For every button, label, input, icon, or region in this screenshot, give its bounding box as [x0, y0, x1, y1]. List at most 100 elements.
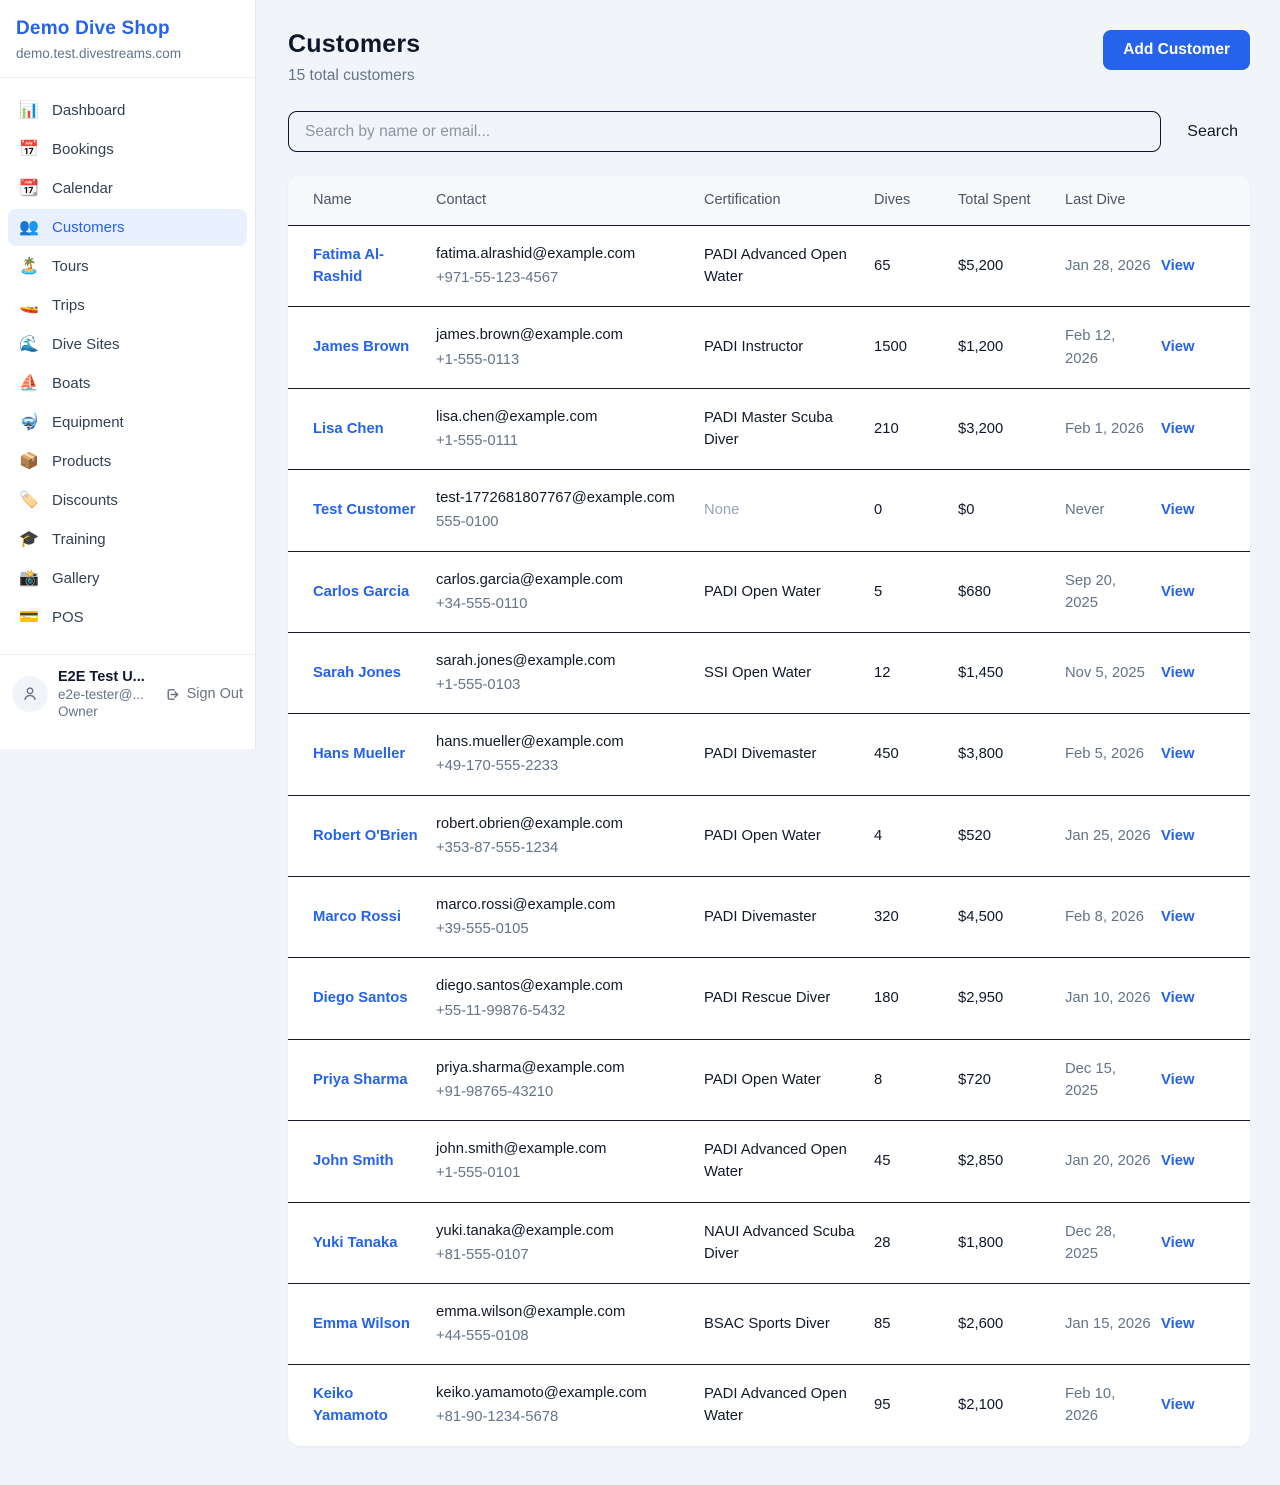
table-row: Robert O'Brien robert.obrien@example.com…	[288, 795, 1250, 876]
view-link[interactable]: View	[1161, 909, 1194, 925]
customer-name-link[interactable]: Carlos Garcia	[313, 584, 409, 600]
customer-phone: +34-555-0110	[436, 593, 694, 615]
customer-name-link[interactable]: Diego Santos	[313, 990, 408, 1006]
customer-name-link[interactable]: Emma Wilson	[313, 1316, 410, 1332]
view-link[interactable]: View	[1161, 502, 1194, 518]
add-customer-button[interactable]: Add Customer	[1103, 30, 1250, 70]
customer-last-dive: Feb 12, 2026	[1065, 307, 1161, 388]
table-row: Lisa Chen lisa.chen@example.com +1-555-0…	[288, 388, 1250, 469]
customer-dives: 180	[874, 958, 958, 1039]
column-header: Certification	[704, 176, 874, 226]
view-link[interactable]: View	[1161, 584, 1194, 600]
customer-phone: +353-87-555-1234	[436, 837, 694, 859]
view-link[interactable]: View	[1161, 665, 1194, 681]
sidebar-item-training[interactable]: 🎓 Training	[8, 521, 247, 558]
package-icon: 📦	[18, 454, 40, 470]
sidebar-item-bookings[interactable]: 📅 Bookings	[8, 131, 247, 168]
sidebar-item-tours[interactable]: 🏝️ Tours	[8, 248, 247, 285]
view-link[interactable]: View	[1161, 1235, 1194, 1251]
customer-certification: BSAC Sports Diver	[704, 1283, 874, 1364]
customers-table-card: NameContactCertificationDivesTotal Spent…	[288, 176, 1250, 1446]
view-link[interactable]: View	[1161, 1397, 1194, 1413]
customer-email: emma.wilson@example.com	[436, 1301, 694, 1323]
customer-dives: 450	[874, 714, 958, 795]
sidebar-item-discounts[interactable]: 🏷️ Discounts	[8, 482, 247, 519]
customer-name-link[interactable]: James Brown	[313, 339, 409, 355]
view-link[interactable]: View	[1161, 828, 1194, 844]
island-icon: 🏝️	[18, 259, 40, 275]
speedboat-icon: 🚤	[18, 298, 40, 314]
user-role: Owner	[58, 704, 154, 719]
customers-table: NameContactCertificationDivesTotal Spent…	[288, 176, 1250, 1446]
user-email: e2e-tester@...	[58, 687, 154, 702]
customer-total-spent: $1,200	[958, 307, 1065, 388]
customer-last-dive: Jan 20, 2026	[1065, 1121, 1161, 1202]
customer-name-link[interactable]: Priya Sharma	[313, 1072, 408, 1088]
customer-email: john.smith@example.com	[436, 1138, 694, 1160]
column-header: Contact	[436, 176, 704, 226]
table-row: Marco Rossi marco.rossi@example.com +39-…	[288, 877, 1250, 958]
customer-last-dive: Jan 28, 2026	[1065, 226, 1161, 307]
search-input[interactable]	[288, 111, 1161, 152]
table-row: Fatima Al-Rashid fatima.alrashid@example…	[288, 226, 1250, 307]
customer-name-link[interactable]: Yuki Tanaka	[313, 1235, 397, 1251]
sidebar-item-customers[interactable]: 👥 Customers	[8, 209, 247, 246]
shop-domain: demo.test.divestreams.com	[16, 46, 239, 61]
sidebar-item-boats[interactable]: ⛵ Boats	[8, 365, 247, 402]
customer-phone: +55-11-99876-5432	[436, 1000, 694, 1022]
calendar-icon: 📅	[18, 142, 40, 158]
sidebar-item-dashboard[interactable]: 📊 Dashboard	[8, 92, 247, 129]
customer-email: diego.santos@example.com	[436, 975, 694, 997]
sidebar-item-dive-sites[interactable]: 🌊 Dive Sites	[8, 326, 247, 363]
view-link[interactable]: View	[1161, 990, 1194, 1006]
sign-out-label: Sign Out	[187, 686, 243, 702]
customer-name-link[interactable]: Robert O'Brien	[313, 828, 418, 844]
table-header-row: NameContactCertificationDivesTotal Spent…	[288, 176, 1250, 226]
customer-last-dive: Sep 20, 2025	[1065, 551, 1161, 632]
avatar	[12, 676, 48, 712]
sidebar-item-gallery[interactable]: 📸 Gallery	[8, 560, 247, 597]
customer-certification: PADI Open Water	[704, 1039, 874, 1120]
view-link[interactable]: View	[1161, 1153, 1194, 1169]
customer-total-spent: $2,850	[958, 1121, 1065, 1202]
customer-total-spent: $1,800	[958, 1202, 1065, 1283]
customer-name-link[interactable]: Fatima Al-Rashid	[313, 247, 384, 285]
customer-name-link[interactable]: Keiko Yamamoto	[313, 1386, 388, 1424]
view-link[interactable]: View	[1161, 339, 1194, 355]
customer-dives: 0	[874, 470, 958, 551]
table-row: Test Customer test-1772681807767@example…	[288, 470, 1250, 551]
customer-name-link[interactable]: Hans Mueller	[313, 746, 405, 762]
customer-name-link[interactable]: John Smith	[313, 1153, 394, 1169]
sidebar-item-products[interactable]: 📦 Products	[8, 443, 247, 480]
view-link[interactable]: View	[1161, 746, 1194, 762]
customer-total-spent: $1,450	[958, 632, 1065, 713]
customer-name-link[interactable]: Sarah Jones	[313, 665, 401, 681]
customer-last-dive: Feb 8, 2026	[1065, 877, 1161, 958]
view-link[interactable]: View	[1161, 1072, 1194, 1088]
customer-certification: PADI Advanced Open Water	[704, 1121, 874, 1202]
customer-phone: +1-555-0113	[436, 349, 694, 371]
table-row: Hans Mueller hans.mueller@example.com +4…	[288, 714, 1250, 795]
column-header: Dives	[874, 176, 958, 226]
sidebar-item-pos[interactable]: 💳 POS	[8, 599, 247, 636]
view-link[interactable]: View	[1161, 258, 1194, 274]
sidebar-item-equipment[interactable]: 🤿 Equipment	[8, 404, 247, 441]
view-link[interactable]: View	[1161, 421, 1194, 437]
customer-name-link[interactable]: Marco Rossi	[313, 909, 401, 925]
page-subtitle: 15 total customers	[288, 67, 420, 85]
customer-email: lisa.chen@example.com	[436, 406, 694, 428]
customer-name-link[interactable]: Lisa Chen	[313, 421, 384, 437]
sidebar-item-trips[interactable]: 🚤 Trips	[8, 287, 247, 324]
label-tag-icon: 🏷️	[18, 493, 40, 509]
customer-email: robert.obrien@example.com	[436, 813, 694, 835]
sign-out-button[interactable]: Sign Out	[164, 686, 243, 703]
sidebar-item-calendar[interactable]: 📆 Calendar	[8, 170, 247, 207]
customer-name-link[interactable]: Test Customer	[313, 502, 416, 518]
view-link[interactable]: View	[1161, 1316, 1194, 1332]
table-row: Keiko Yamamoto keiko.yamamoto@example.co…	[288, 1365, 1250, 1446]
customer-total-spent: $2,600	[958, 1283, 1065, 1364]
page-title: Customers	[288, 30, 420, 59]
customer-email: sarah.jones@example.com	[436, 650, 694, 672]
customer-certification: PADI Open Water	[704, 551, 874, 632]
search-button[interactable]: Search	[1175, 115, 1250, 149]
